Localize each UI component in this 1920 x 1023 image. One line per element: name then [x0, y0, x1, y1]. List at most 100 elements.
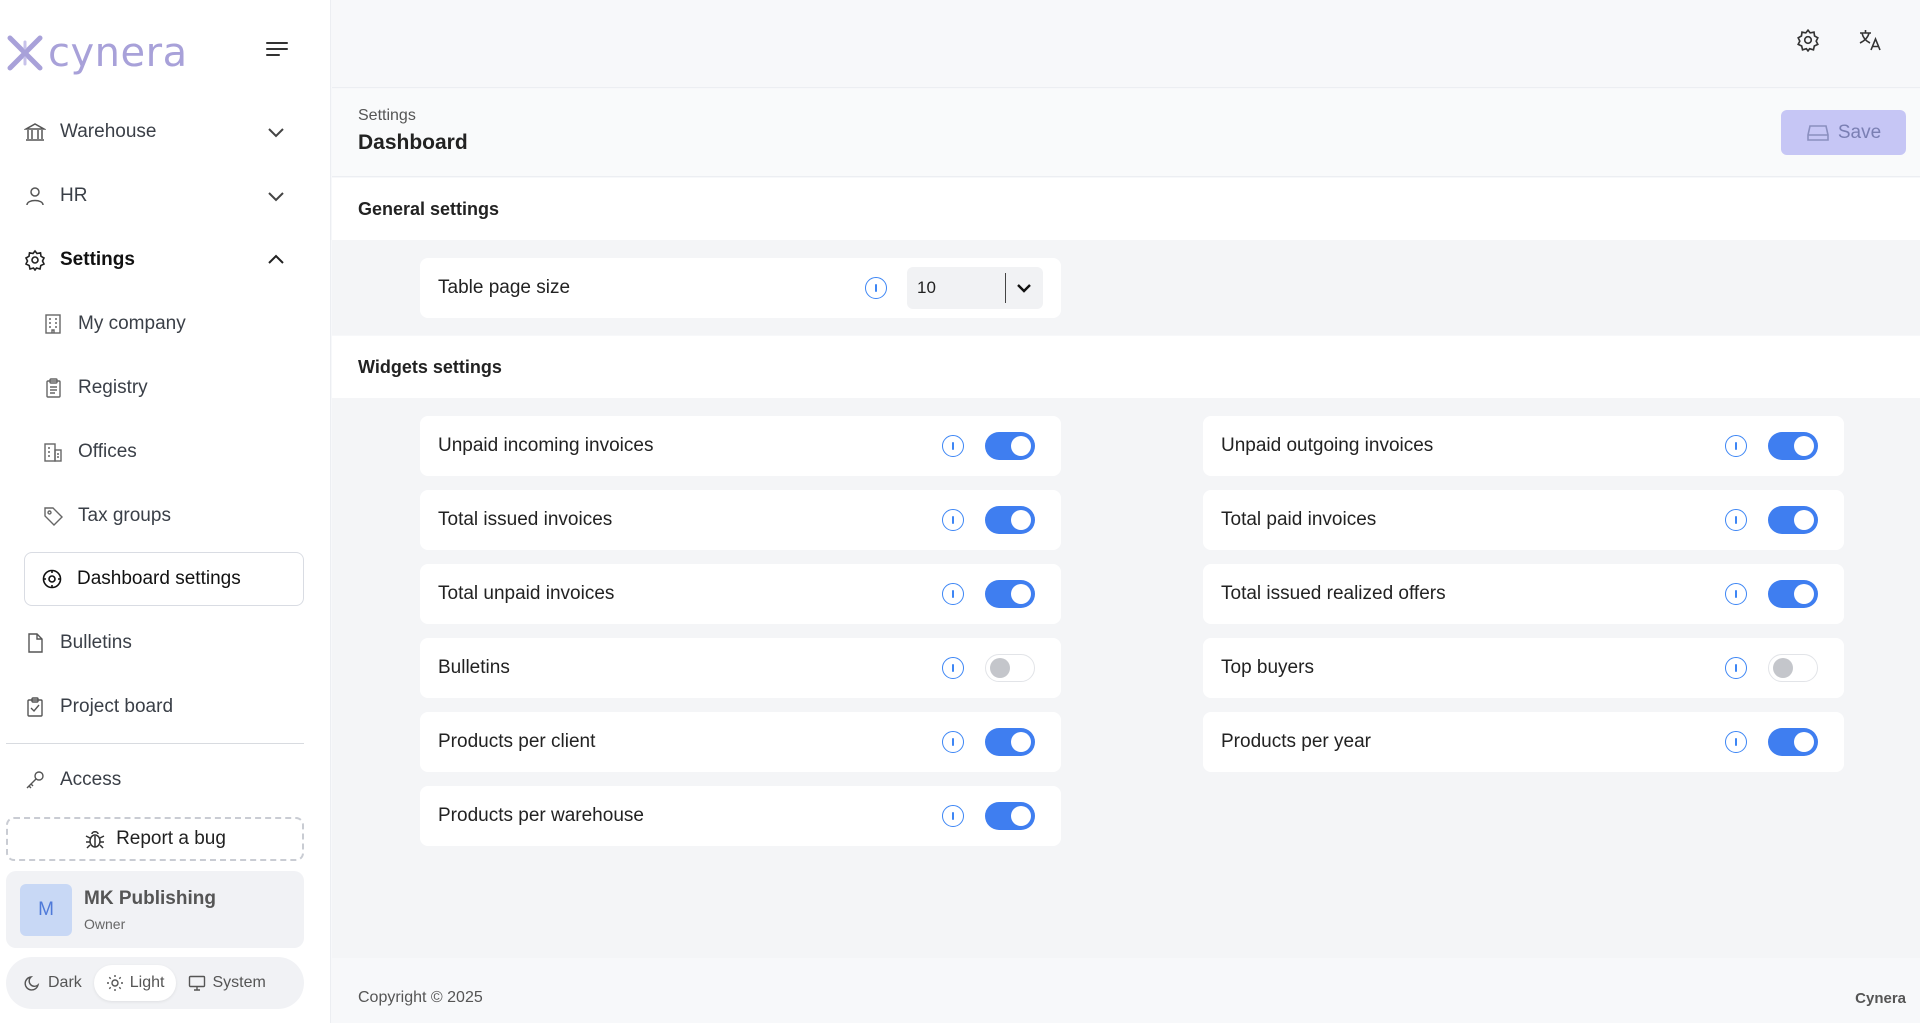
- user-role: Owner: [84, 915, 126, 932]
- widget-label: Products per client: [438, 731, 596, 752]
- save-button[interactable]: Save: [1781, 110, 1906, 155]
- save-icon: [1807, 124, 1829, 141]
- widget-label: Products per warehouse: [438, 805, 644, 826]
- sidebar-item-label: My company: [78, 313, 186, 334]
- page-header: Settings Dashboard Save: [332, 89, 1920, 177]
- widget-card-total-issued: Total issued invoices: [420, 490, 1061, 550]
- info-icon[interactable]: [1725, 509, 1747, 531]
- widget-toggle[interactable]: [1768, 506, 1818, 534]
- widget-toggle[interactable]: [985, 506, 1035, 534]
- sidebar-item-warehouse[interactable]: Warehouse: [24, 110, 304, 154]
- sidebar-item-access[interactable]: Access: [24, 758, 304, 802]
- key-icon: [24, 769, 46, 791]
- widget-label: Bulletins: [438, 657, 510, 678]
- widget-toggle[interactable]: [985, 432, 1035, 460]
- avatar: M: [20, 883, 72, 936]
- breadcrumb[interactable]: Settings: [358, 107, 416, 125]
- widget-card-realized-offers: Total issued realized offers: [1203, 564, 1844, 624]
- clipboard-check-icon: [24, 696, 46, 718]
- widget-toggle[interactable]: [985, 802, 1035, 830]
- widget-card-top-buyers: Top buyers: [1203, 638, 1844, 698]
- theme-system-option[interactable]: System: [176, 965, 277, 1001]
- sidebar-item-bulletins[interactable]: Bulletins: [24, 621, 304, 665]
- info-icon[interactable]: [942, 731, 964, 753]
- gear-icon: [24, 249, 46, 271]
- sidebar-item-project-board[interactable]: Project board: [24, 685, 304, 729]
- page-title: Dashboard: [358, 131, 468, 154]
- sidebar-item-tax-groups[interactable]: Tax groups: [42, 494, 304, 538]
- info-icon[interactable]: [1725, 583, 1747, 605]
- dashboard-gear-icon: [41, 568, 63, 590]
- widget-toggle[interactable]: [1768, 432, 1818, 460]
- widgets-settings-title: Widgets settings: [332, 336, 1920, 398]
- widget-card-unpaid-outgoing: Unpaid outgoing invoices: [1203, 416, 1844, 476]
- office-building-icon: [42, 313, 64, 335]
- sidebar-item-label: HR: [60, 185, 88, 206]
- document-icon: [24, 632, 46, 654]
- info-icon[interactable]: [1725, 657, 1747, 679]
- report-bug-label: Report a bug: [116, 828, 226, 849]
- tag-icon: [42, 505, 64, 527]
- sidebar-item-registry[interactable]: Registry: [42, 366, 304, 410]
- page-size-select[interactable]: 10: [907, 267, 1043, 309]
- chevron-down-icon: [1017, 284, 1031, 293]
- top-bar: [332, 0, 1920, 88]
- info-icon[interactable]: [942, 657, 964, 679]
- widget-toggle[interactable]: [1768, 580, 1818, 608]
- moon-icon: [24, 976, 40, 991]
- info-icon[interactable]: [1725, 435, 1747, 457]
- user-icon: [24, 185, 46, 207]
- theme-light-label: Light: [129, 974, 165, 991]
- sidebar-item-my-company[interactable]: My company: [42, 302, 304, 346]
- sidebar-item-label: Bulletins: [60, 632, 132, 653]
- widget-toggle[interactable]: [1768, 728, 1818, 756]
- info-icon[interactable]: [942, 435, 964, 457]
- widget-card-total-unpaid: Total unpaid invoices: [420, 564, 1061, 624]
- theme-dark-label: Dark: [48, 974, 82, 991]
- page-size-value: 10: [917, 278, 936, 297]
- widget-label: Total issued realized offers: [1221, 583, 1446, 604]
- info-icon[interactable]: [942, 583, 964, 605]
- buildings-icon: [42, 441, 64, 463]
- theme-light-option[interactable]: Light: [93, 965, 177, 1001]
- sidebar-item-hr[interactable]: HR: [24, 174, 304, 218]
- info-icon[interactable]: [865, 277, 887, 299]
- widget-label: Total issued invoices: [438, 509, 613, 530]
- widget-label: Total paid invoices: [1221, 509, 1377, 530]
- sidebar-item-label: Access: [60, 769, 122, 790]
- chevron-down-icon: [268, 192, 284, 202]
- sun-icon: [106, 975, 123, 991]
- report-bug-button[interactable]: Report a bug: [6, 817, 304, 861]
- cynera-logo-icon: [7, 35, 43, 71]
- bug-icon: [85, 831, 105, 849]
- gear-icon[interactable]: [1794, 26, 1822, 54]
- info-icon[interactable]: [942, 805, 964, 827]
- sidebar-item-offices[interactable]: Offices: [42, 430, 304, 474]
- sidebar-item-dashboard-settings[interactable]: Dashboard settings: [24, 552, 304, 606]
- sidebar-item-label: Dashboard settings: [77, 568, 241, 589]
- widget-card-products-per-client: Products per client: [420, 712, 1061, 772]
- info-icon[interactable]: [1725, 731, 1747, 753]
- widget-label: Top buyers: [1221, 657, 1314, 678]
- widget-label: Unpaid outgoing invoices: [1221, 435, 1434, 456]
- menu-toggle-icon[interactable]: [266, 42, 288, 58]
- user-profile-card[interactable]: M MK Publishing Owner: [6, 871, 304, 948]
- translate-icon[interactable]: [1856, 26, 1884, 54]
- widget-toggle[interactable]: [985, 654, 1035, 682]
- sidebar-item-label: Registry: [78, 377, 148, 398]
- general-settings-title: General settings: [332, 178, 1920, 240]
- sidebar-item-label: Offices: [78, 441, 137, 462]
- widget-toggle[interactable]: [1768, 654, 1818, 682]
- monitor-icon: [189, 975, 206, 991]
- widget-card-total-paid: Total paid invoices: [1203, 490, 1844, 550]
- sidebar-item-settings[interactable]: Settings: [24, 238, 304, 282]
- theme-dark-option[interactable]: Dark: [12, 965, 94, 1001]
- logo[interactable]: cynera: [6, 30, 188, 76]
- widget-toggle[interactable]: [985, 580, 1035, 608]
- general-settings-section: Table page size 10: [332, 240, 1920, 335]
- widget-toggle[interactable]: [985, 728, 1035, 756]
- info-icon[interactable]: [942, 509, 964, 531]
- sidebar-item-label: Project board: [60, 696, 174, 717]
- widget-card-bulletins: Bulletins: [420, 638, 1061, 698]
- copyright-text: Copyright © 2025: [358, 989, 483, 1006]
